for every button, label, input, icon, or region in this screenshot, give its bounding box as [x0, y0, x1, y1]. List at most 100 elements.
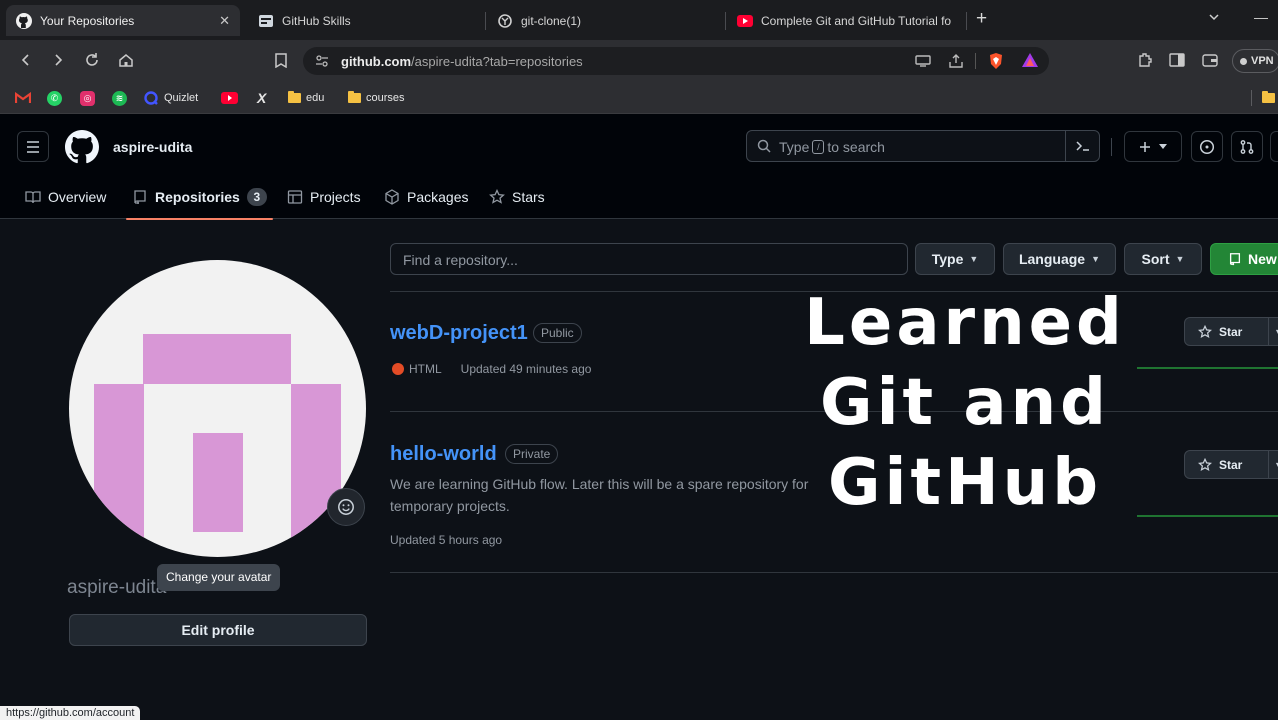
repo-name-link[interactable]: webD-project1: [390, 322, 528, 345]
brave-rewards-icon[interactable]: [1021, 52, 1039, 68]
caret-down-icon: ▼: [1091, 254, 1101, 264]
header-username[interactable]: aspire-udita: [113, 139, 192, 155]
tab-title: GitHub Skills: [282, 13, 351, 28]
wallet-icon[interactable]: [1201, 51, 1219, 69]
chevron-down-icon[interactable]: [1207, 10, 1221, 24]
caret-down-icon[interactable]: ▼: [1268, 451, 1278, 478]
avatar-pattern-block: [143, 334, 291, 384]
cast-icon[interactable]: [915, 54, 931, 68]
edit-profile-button[interactable]: Edit profile: [69, 614, 367, 646]
filter-label: Sort: [1141, 251, 1170, 267]
new-repository-button[interactable]: New: [1210, 243, 1278, 275]
overlay-line: Learned: [804, 286, 1126, 360]
quizlet-icon: [144, 90, 159, 106]
bookmark-other-folder[interactable]: [1262, 89, 1275, 107]
star-button-main[interactable]: Star: [1185, 457, 1268, 472]
tab-projects[interactable]: Projects: [287, 175, 361, 219]
tab-label: Projects: [310, 189, 361, 205]
smiley-icon: [338, 499, 354, 515]
issues-button[interactable]: [1191, 131, 1223, 162]
avatar-pattern-block: [291, 384, 341, 557]
caret-down-icon: ▼: [1175, 254, 1185, 264]
repo-language: HTML: [409, 362, 442, 376]
spotify-icon: ≋: [112, 90, 127, 106]
search-input[interactable]: Type / to search: [746, 130, 1100, 162]
table-icon: [287, 190, 303, 204]
close-icon[interactable]: ✕: [219, 13, 230, 29]
bookmarks-divider: [1251, 90, 1252, 106]
brave-shields-icon[interactable]: [988, 52, 1004, 70]
create-new-button[interactable]: [1124, 131, 1182, 162]
github-header: aspire-udita Type / to search Overview R…: [0, 114, 1278, 220]
sidebar-toggle-icon[interactable]: [1168, 51, 1186, 69]
overlay-caption: Learned Git and GitHub: [790, 283, 1140, 523]
star-button[interactable]: Star ▼: [1184, 450, 1278, 479]
command-palette-button[interactable]: [1065, 131, 1099, 161]
github-logo-icon[interactable]: [65, 130, 99, 164]
home-icon[interactable]: [117, 51, 135, 69]
bookmark-whatsapp[interactable]: ✆: [47, 89, 62, 107]
address-bar[interactable]: github.com/aspire-udita?tab=repositories: [303, 47, 1049, 75]
site-settings-icon[interactable]: [315, 54, 329, 68]
change-avatar-button[interactable]: [327, 488, 365, 526]
bookmark-folder-edu[interactable]: edu: [288, 89, 324, 107]
reload-icon[interactable]: [83, 51, 101, 69]
tab-packages[interactable]: Packages: [384, 175, 468, 219]
bookmark-icon[interactable]: [272, 51, 290, 69]
minimize-icon[interactable]: —: [1254, 9, 1268, 25]
header-divider: [1111, 138, 1112, 156]
bookmark-gmail[interactable]: [15, 89, 31, 107]
star-button[interactable]: Star ▼: [1184, 317, 1278, 346]
bookmark-label: edu: [306, 92, 325, 104]
folder-icon: [288, 91, 301, 103]
caret-down-icon: [1159, 143, 1167, 149]
back-icon[interactable]: [17, 51, 35, 69]
language-filter-button[interactable]: Language ▼: [1003, 243, 1116, 275]
search-icon: [757, 139, 771, 153]
avatar[interactable]: [69, 260, 366, 557]
pull-requests-button[interactable]: [1231, 131, 1263, 162]
bookmark-instagram[interactable]: ◎: [80, 89, 95, 107]
sort-button[interactable]: Sort ▼: [1124, 243, 1202, 275]
star-label: Star: [1219, 324, 1243, 339]
browser-tab-youtube[interactable]: Complete Git and GitHub Tutorial fo: [727, 5, 963, 36]
tab-stars[interactable]: Stars: [489, 175, 545, 219]
tab-overview[interactable]: Overview: [25, 175, 106, 219]
new-tab-button[interactable]: +: [976, 8, 987, 30]
type-filter-button[interactable]: Type ▼: [915, 243, 995, 275]
hamburger-menu-button[interactable]: [17, 131, 49, 162]
star-icon: [1198, 324, 1212, 338]
star-button-main[interactable]: Star: [1185, 324, 1268, 339]
browser-tab-git-clone[interactable]: git-clone(1): [487, 5, 721, 36]
search-placeholder-suffix: to search: [827, 139, 885, 155]
tab-divider: [725, 12, 726, 30]
browser-tab-github-skills[interactable]: GitHub Skills: [248, 5, 478, 36]
search-placeholder-prefix: Type: [779, 139, 810, 155]
caret-down-icon[interactable]: ▼: [1268, 318, 1278, 345]
filter-label: Language: [1018, 251, 1086, 267]
browser-tab-your-repositories[interactable]: Your Repositories ✕: [6, 5, 240, 36]
overlay-line: Git and: [820, 366, 1110, 440]
repo-icon: [134, 190, 146, 204]
share-icon[interactable]: [948, 54, 964, 68]
bookmark-quizlet[interactable]: Quizlet: [144, 89, 198, 107]
bookmark-youtube[interactable]: [221, 89, 238, 107]
tab-title: git-clone(1): [521, 13, 582, 28]
vpn-button[interactable]: VPN: [1232, 49, 1278, 73]
tab-divider: [485, 12, 486, 30]
avatar-pattern-block: [94, 384, 144, 557]
folder-icon: [348, 91, 361, 103]
overlay-line: GitHub: [828, 446, 1102, 520]
youtube-icon: [737, 13, 753, 29]
plus-icon: [1140, 141, 1150, 152]
find-repository-input[interactable]: Find a repository...: [390, 243, 908, 275]
forward-icon[interactable]: [49, 51, 67, 69]
bookmark-folder-courses[interactable]: courses: [348, 89, 405, 107]
bookmark-spotify[interactable]: ≋: [112, 89, 127, 107]
inbox-button[interactable]: [1270, 131, 1278, 162]
tab-repositories[interactable]: Repositories 3: [126, 175, 273, 220]
repositories-count-badge: 3: [246, 188, 267, 206]
repo-name-link[interactable]: hello-world: [390, 443, 497, 466]
bookmark-x[interactable]: X: [257, 89, 266, 107]
extensions-icon[interactable]: [1136, 51, 1154, 69]
